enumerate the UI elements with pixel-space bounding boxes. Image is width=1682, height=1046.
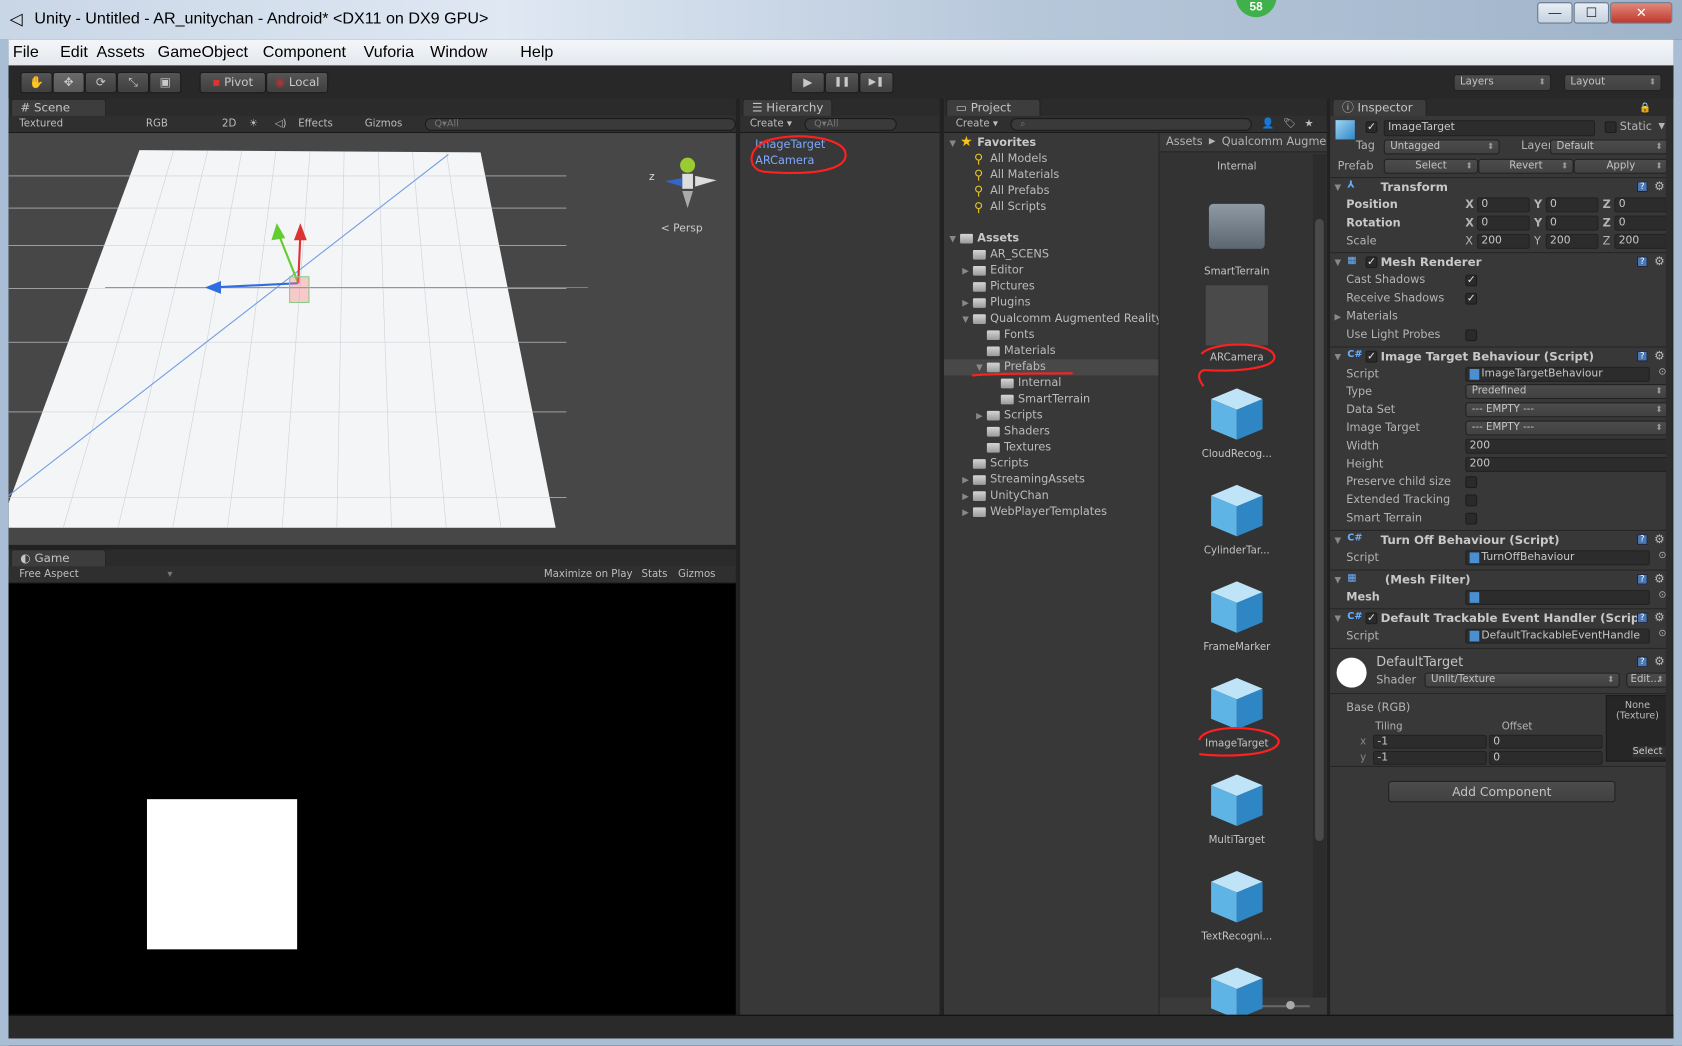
annotation-arcamera-circle bbox=[1198, 343, 1276, 387]
red-annotation-overlay bbox=[750, 135, 1280, 757]
annotation-hierarchy-circle bbox=[750, 135, 847, 174]
annotation-imagetarget-circle bbox=[1198, 727, 1280, 757]
unity-editor-window: ◁ Unity - Untitled - AR_unitychan - Andr… bbox=[0, 0, 1682, 1046]
annotation-prefabs-underline bbox=[971, 372, 1073, 377]
